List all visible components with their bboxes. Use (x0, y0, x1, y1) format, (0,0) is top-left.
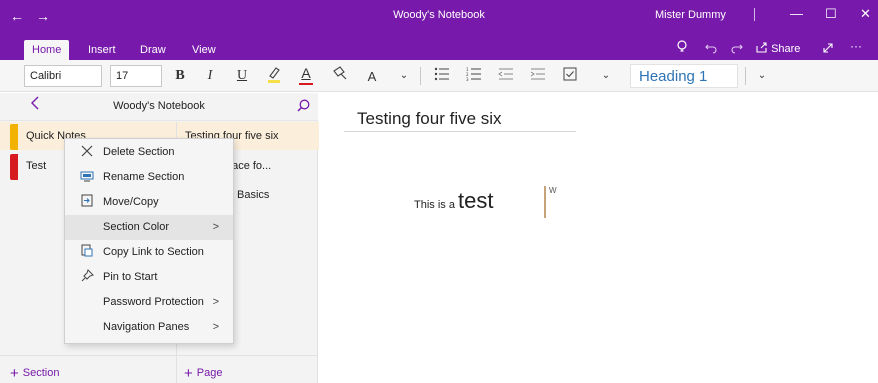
menu-item-delete-section[interactable]: Delete Section (65, 140, 233, 165)
menu-item-password-protection[interactable]: Password Protection > (65, 290, 233, 315)
add-page-label: Page (196, 367, 223, 379)
menu-item-label: Move/Copy (103, 196, 159, 208)
author-cursor-label: W (549, 186, 557, 195)
bold-button[interactable]: B (170, 65, 190, 87)
author-cursor-bar (544, 186, 546, 218)
add-page-button[interactable]: + Page (184, 365, 222, 382)
share-label: Share (771, 43, 801, 55)
add-section-label: Section (22, 367, 60, 379)
menu-item-rename-section[interactable]: Rename Section (65, 165, 233, 190)
menu-item-section-color[interactable]: Section Color > (65, 215, 233, 240)
bullet-list-icon[interactable] (432, 65, 452, 87)
italic-button[interactable]: I (200, 65, 220, 87)
pin-icon (79, 265, 95, 290)
highlight-icon[interactable] (264, 65, 284, 87)
section-context-menu: Delete Section Rename Section Move/Copy … (64, 138, 234, 344)
submenu-arrow-icon: > (212, 296, 219, 308)
plus-icon: + (184, 365, 193, 382)
chevron-down-icon[interactable]: ⌄ (752, 65, 772, 87)
menu-item-copy-link[interactable]: Copy Link to Section (65, 240, 233, 265)
font-color-swatch (299, 83, 313, 85)
menu-item-label: Delete Section (103, 146, 175, 158)
menu-item-move-copy[interactable]: Move/Copy (65, 190, 233, 215)
decrease-indent-icon[interactable] (496, 65, 516, 87)
ribbon-divider (745, 67, 746, 85)
chevron-down-icon[interactable]: ⌄ (596, 65, 616, 87)
section-label: Test (26, 160, 47, 172)
numbered-list-icon[interactable]: 123 (464, 65, 484, 87)
svg-text:3: 3 (466, 77, 469, 81)
tab-draw[interactable]: Draw (132, 40, 174, 60)
clear-formatting-label: A (367, 69, 377, 84)
tab-insert[interactable]: Insert (80, 40, 124, 60)
menu-item-label: Navigation Panes (103, 321, 190, 333)
font-color-button[interactable]: A (296, 65, 316, 87)
tab-view[interactable]: View (184, 40, 224, 60)
notebook-header: Woody's Notebook (0, 93, 318, 121)
tab-home[interactable]: Home (24, 40, 70, 60)
fullscreen-icon[interactable] (822, 40, 834, 57)
share-icon (756, 42, 771, 55)
submenu-arrow-icon: > (212, 321, 219, 333)
close-icon[interactable]: ✕ (860, 6, 871, 22)
redo-icon[interactable] (731, 40, 743, 57)
copy-link-icon (79, 240, 95, 265)
move-copy-icon (79, 190, 95, 215)
font-size-field[interactable]: 17 (110, 65, 162, 87)
section-color-tab (10, 124, 18, 150)
clear-formatting-button[interactable]: A (362, 65, 382, 87)
menu-item-label: Section Color (103, 221, 170, 233)
window-title: Woody's Notebook (393, 9, 485, 21)
minimize-icon[interactable]: — (790, 6, 803, 21)
page-title-underline (344, 131, 576, 132)
note-text-small: This is a (414, 199, 455, 211)
more-options-icon[interactable]: ··· (850, 39, 862, 53)
user-name[interactable]: Mister Dummy (655, 9, 726, 21)
note-text-big: test (458, 188, 494, 213)
undo-icon[interactable] (705, 40, 717, 57)
titlebar-divider (754, 8, 755, 21)
submenu-arrow-icon: > (212, 221, 219, 233)
underline-button[interactable]: U (232, 65, 252, 87)
lightbulb-icon[interactable] (676, 40, 688, 57)
menu-item-pin-to-start[interactable]: Pin to Start (65, 265, 233, 290)
close-icon (79, 140, 95, 165)
font-name-field[interactable]: Calibri (24, 65, 102, 87)
menu-item-label: Password Protection (103, 296, 204, 308)
ribbon-tabs: Home Insert Draw View Share ··· (0, 36, 878, 60)
sidebar-divider (0, 355, 318, 356)
increase-indent-icon[interactable] (528, 65, 548, 87)
format-painter-icon[interactable] (330, 65, 350, 87)
maximize-icon[interactable]: ☐ (825, 6, 837, 22)
page-title[interactable]: Testing four five six (357, 109, 502, 129)
ribbon-toolbar: Calibri 17 B I U A A ⌄ 123 ⌄ Heading 1 ⌄ (0, 60, 878, 92)
ribbon-divider (420, 67, 421, 85)
checkbox-tag-icon[interactable] (560, 65, 580, 87)
style-dropdown[interactable]: Heading 1 (630, 64, 738, 88)
note-container[interactable]: This is a test (414, 188, 494, 214)
notebook-title[interactable]: Woody's Notebook (0, 100, 318, 112)
search-icon[interactable] (297, 99, 310, 112)
chevron-down-icon[interactable]: ⌄ (394, 65, 414, 87)
font-color-label: A (301, 65, 311, 81)
section-color-tab (10, 154, 18, 180)
plus-icon: + (10, 365, 19, 382)
title-bar: ← → Woody's Notebook Mister Dummy — ☐ ✕ (0, 0, 878, 36)
share-button[interactable]: Share (756, 42, 800, 55)
rename-icon (79, 165, 95, 190)
menu-item-label: Copy Link to Section (103, 246, 204, 258)
add-section-button[interactable]: + Section (10, 365, 59, 382)
menu-item-label: Pin to Start (103, 271, 158, 283)
menu-item-navigation-panes[interactable]: Navigation Panes > (65, 315, 233, 340)
menu-item-label: Rename Section (103, 171, 185, 183)
